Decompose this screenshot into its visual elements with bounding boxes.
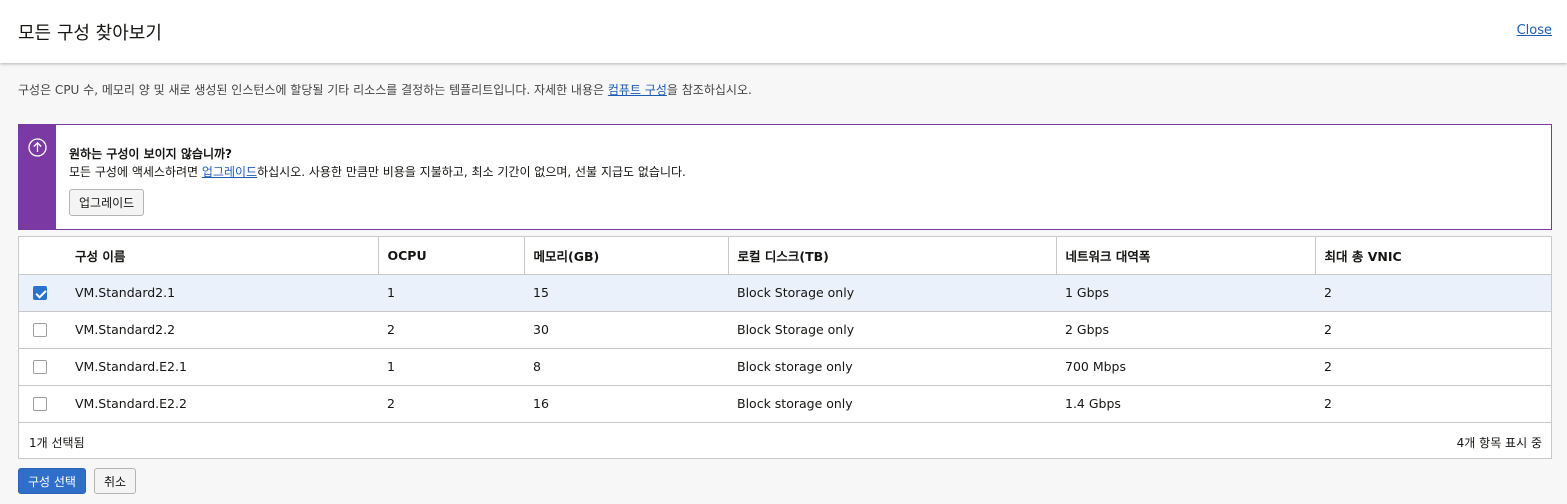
row-checkbox-cell — [19, 348, 61, 386]
cell-name: VM.Standard2.1 — [61, 274, 378, 312]
column-header-memory[interactable]: 메모리(GB) — [523, 237, 728, 275]
cell-max-vnic: 2 — [1315, 311, 1551, 349]
shapes-table: 구성 이름 OCPU 메모리(GB) 로컬 디스크(TB) 네트워크 대역폭 최… — [18, 236, 1552, 459]
callout-body-text: 모든 구성에 액세스하려면 — [69, 165, 202, 179]
table-row[interactable]: VM.Standard.E2.1 1 8 Block storage only … — [19, 348, 1551, 386]
table-row[interactable]: VM.Standard2.2 2 30 Block Storage only 2… — [19, 311, 1551, 349]
cancel-button[interactable]: 취소 — [94, 468, 137, 494]
row-checkbox[interactable] — [33, 397, 47, 412]
table-header-row: 구성 이름 OCPU 메모리(GB) 로컬 디스크(TB) 네트워크 대역폭 최… — [19, 237, 1551, 275]
upgrade-callout: 원하는 구성이 보이지 않습니까? 모든 구성에 액세스하려면 업그레이드하십시… — [18, 124, 1552, 230]
column-header-name[interactable]: 구성 이름 — [61, 237, 378, 275]
cell-memory: 15 — [524, 274, 728, 312]
row-checkbox-cell — [19, 311, 61, 349]
callout-title: 원하는 구성이 보이지 않습니까? — [69, 147, 233, 161]
cell-memory: 8 — [524, 348, 728, 386]
cell-ocpu: 1 — [378, 348, 524, 386]
row-checkbox-cell — [19, 274, 61, 312]
cell-name: VM.Standard.E2.1 — [61, 348, 378, 386]
callout-accent-bar — [19, 125, 56, 229]
callout-body-text-after: 하십시오. 사용한 만큼만 비용을 지불하고, 최소 기간이 없으며, 선불 지… — [257, 165, 686, 179]
cell-ocpu: 1 — [378, 274, 524, 312]
column-header-network-bandwidth[interactable]: 네트워크 대역폭 — [1055, 237, 1315, 275]
cell-max-vnic: 2 — [1315, 274, 1551, 312]
upgrade-link[interactable]: 업그레이드 — [202, 165, 257, 179]
cell-memory: 30 — [524, 311, 728, 349]
cell-name: VM.Standard.E2.2 — [61, 385, 378, 423]
items-count: 4개 항목 표시 중 — [1456, 436, 1542, 450]
cell-network-bandwidth: 700 Mbps — [1056, 348, 1315, 386]
close-link[interactable]: Close — [1517, 23, 1552, 38]
row-checkbox[interactable] — [33, 286, 47, 301]
dialog-title: 모든 구성 찾아보기 — [18, 23, 162, 44]
description: 구성은 CPU 수, 메모리 양 및 새로 생성된 인스턴스에 할당될 기타 리… — [18, 81, 752, 98]
cell-local-disk: Block Storage only — [728, 311, 1056, 349]
select-shape-button[interactable]: 구성 선택 — [18, 468, 86, 494]
description-text: 구성은 CPU 수, 메모리 양 및 새로 생성된 인스턴스에 할당될 기타 리… — [18, 83, 608, 97]
compute-shapes-link[interactable]: 컴퓨트 구성 — [608, 83, 667, 97]
column-header-local-disk[interactable]: 로컬 디스크(TB) — [727, 237, 1056, 275]
table-footer: 1개 선택됨 4개 항목 표시 중 — [19, 423, 1551, 459]
dialog-header: 모든 구성 찾아보기 Close — [0, 0, 1567, 63]
cell-network-bandwidth: 1 Gbps — [1056, 274, 1315, 312]
table-row[interactable]: VM.Standard.E2.2 2 16 Block storage only… — [19, 385, 1551, 423]
row-checkbox-cell — [19, 385, 61, 423]
description-text-after: 을 참조하십시오. — [666, 83, 752, 97]
cell-ocpu: 2 — [378, 311, 524, 349]
callout-body: 모든 구성에 액세스하려면 업그레이드하십시오. 사용한 만큼만 비용을 지불하… — [69, 163, 686, 180]
row-checkbox[interactable] — [33, 323, 47, 338]
column-header-ocpu[interactable]: OCPU — [377, 237, 524, 275]
row-checkbox[interactable] — [33, 360, 47, 375]
cell-local-disk: Block storage only — [728, 385, 1056, 423]
cell-name: VM.Standard2.2 — [61, 311, 378, 349]
upgrade-button[interactable]: 업그레이드 — [69, 189, 145, 216]
cell-local-disk: Block storage only — [728, 348, 1056, 386]
cell-local-disk: Block Storage only — [728, 274, 1056, 312]
cell-ocpu: 2 — [378, 385, 524, 423]
arrow-up-circle-icon — [28, 138, 47, 157]
column-header-max-vnic[interactable]: 최대 총 VNIC — [1314, 237, 1551, 275]
table-row[interactable]: VM.Standard2.1 1 15 Block Storage only 1… — [19, 274, 1551, 312]
cell-network-bandwidth: 2 Gbps — [1056, 311, 1315, 349]
cell-max-vnic: 2 — [1315, 385, 1551, 423]
cell-memory: 16 — [524, 385, 728, 423]
checkbox-column-header — [19, 237, 61, 275]
selected-count: 1개 선택됨 — [29, 436, 85, 450]
cell-network-bandwidth: 1.4 Gbps — [1056, 385, 1315, 423]
cell-max-vnic: 2 — [1315, 348, 1551, 386]
